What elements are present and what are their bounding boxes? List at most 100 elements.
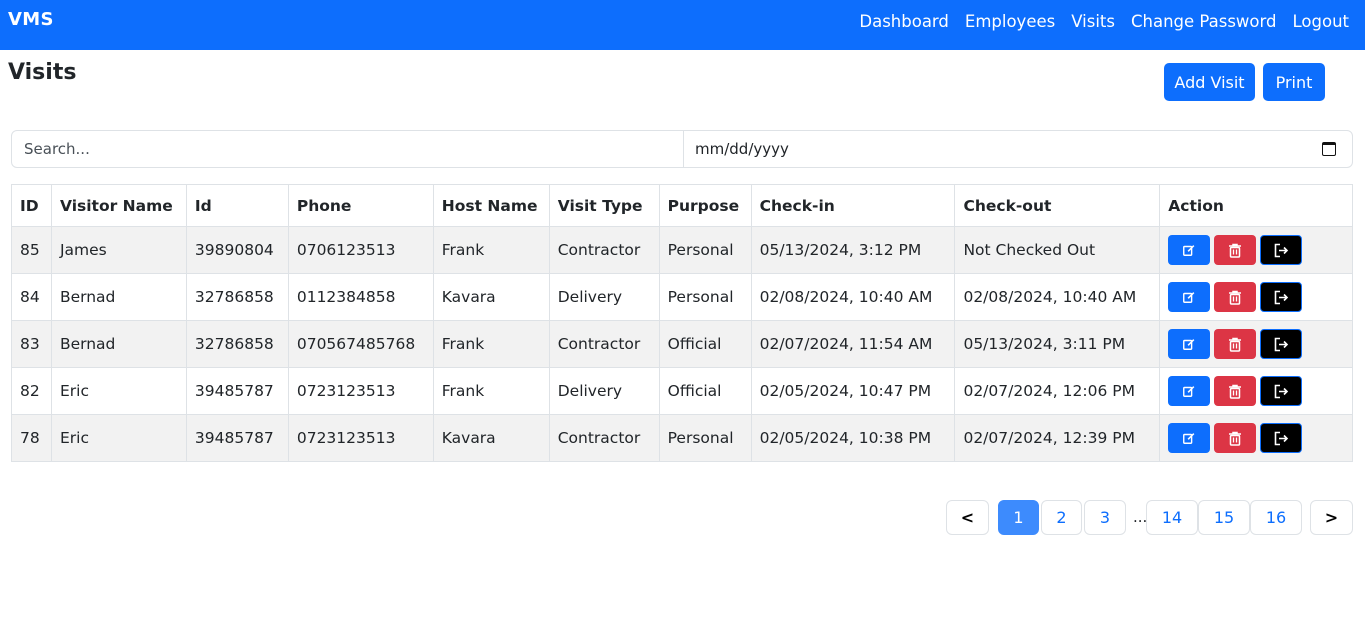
cell-visit-type: Contractor xyxy=(548,414,660,462)
delete-button[interactable] xyxy=(1214,235,1257,265)
trash-icon xyxy=(1228,337,1242,352)
checkout-icon xyxy=(1273,243,1289,258)
edit-button[interactable] xyxy=(1168,376,1211,406)
edit-button[interactable] xyxy=(1168,235,1211,265)
date-input[interactable]: mm/dd/yyyy xyxy=(684,131,1352,167)
cell-visit-type: Delivery xyxy=(548,273,660,321)
cell-id: 85 xyxy=(11,226,52,274)
column-header-visitor-name: Visitor Name xyxy=(50,184,187,227)
cell-purpose: Personal xyxy=(658,414,752,462)
checkout-icon xyxy=(1273,337,1289,352)
cell-action xyxy=(1159,273,1353,321)
cell-purpose: Official xyxy=(658,367,752,415)
page-button-14[interactable]: 14 xyxy=(1146,500,1198,535)
checkout-icon xyxy=(1273,431,1289,446)
delete-button[interactable] xyxy=(1214,282,1257,312)
add-visit-button[interactable]: Add Visit xyxy=(1164,63,1255,101)
table-row: 82 Eric 39485787 0723123513 Frank Delivery Off… xyxy=(11,367,1353,415)
page-button-3[interactable]: 3 xyxy=(1084,500,1126,535)
prev-page-button[interactable]: < xyxy=(946,500,989,535)
page-button-2[interactable]: 2 xyxy=(1041,500,1082,535)
checkout-button[interactable] xyxy=(1260,423,1303,453)
cell-action xyxy=(1159,226,1353,274)
cell-visitor-name: James xyxy=(50,226,187,274)
page-button-16[interactable]: 16 xyxy=(1250,500,1302,535)
page-button-1[interactable]: 1 xyxy=(998,500,1039,535)
cell-action xyxy=(1159,320,1353,368)
cell-phone: 070567485768 xyxy=(287,320,434,368)
cell-visit-type: Contractor xyxy=(548,320,660,368)
nav-employees[interactable]: Employees xyxy=(965,12,1055,31)
delete-button[interactable] xyxy=(1214,423,1257,453)
edit-icon xyxy=(1182,384,1196,398)
column-header-purpose: Purpose xyxy=(658,184,752,227)
cell-check-in: 02/08/2024, 10:40 AM xyxy=(750,273,956,321)
column-header-action: Action xyxy=(1159,184,1353,227)
cell-action xyxy=(1159,414,1353,462)
cell-visit-type: Contractor xyxy=(548,226,660,274)
cell-id: 84 xyxy=(11,273,52,321)
trash-icon xyxy=(1228,384,1242,399)
trash-icon xyxy=(1228,290,1242,305)
nav-change-password[interactable]: Change Password xyxy=(1131,12,1277,31)
column-header-phone: Phone xyxy=(287,184,434,227)
cell-purpose: Personal xyxy=(658,273,752,321)
page-button-15[interactable]: 15 xyxy=(1198,500,1250,535)
visits-table: ID Visitor Name Id Phone Host Name Visit Type… xyxy=(11,184,1353,462)
nav-dashboard[interactable]: Dashboard xyxy=(859,12,949,31)
cell-check-in: 02/05/2024, 10:47 PM xyxy=(750,367,956,415)
delete-button[interactable] xyxy=(1214,376,1257,406)
nav-logout[interactable]: Logout xyxy=(1293,12,1350,31)
cell-visitor-name: Eric xyxy=(50,367,187,415)
print-button[interactable]: Print xyxy=(1263,63,1325,101)
nav-visits[interactable]: Visits xyxy=(1071,12,1115,31)
table-row: 83 Bernad 32786858 070567485768 Frank Contrac… xyxy=(11,320,1353,368)
column-header-check-in: Check-in xyxy=(750,184,956,227)
cell-id: 83 xyxy=(11,320,52,368)
cell-phone: 0723123513 xyxy=(287,367,434,415)
cell-purpose: Personal xyxy=(658,226,752,274)
edit-button[interactable] xyxy=(1168,282,1211,312)
table-row: 78 Eric 39485787 0723123513 Kavara Contractor… xyxy=(11,414,1353,462)
trash-icon xyxy=(1228,243,1242,258)
table-row: 85 James 39890804 0706123513 Frank Contractor… xyxy=(11,226,1353,274)
column-header-visit-type: Visit Type xyxy=(548,184,660,227)
edit-icon xyxy=(1182,337,1196,351)
table-body: 85 James 39890804 0706123513 Frank Contractor… xyxy=(11,226,1353,462)
column-header-id: ID xyxy=(11,184,52,227)
edit-icon xyxy=(1182,290,1196,304)
pagination: <1 2 3 14 15 16... > xyxy=(0,500,1365,536)
checkout-button[interactable] xyxy=(1260,282,1303,312)
column-header-host-name: Host Name xyxy=(432,184,550,227)
cell-host-name: Kavara xyxy=(432,273,550,321)
edit-icon xyxy=(1182,431,1196,445)
cell-check-out: Not Checked Out xyxy=(954,226,1161,274)
brand-logo[interactable]: VMS xyxy=(8,9,54,30)
cell-check-out: 02/08/2024, 10:40 AM xyxy=(954,273,1161,321)
cell-id: 32786858 xyxy=(185,273,289,321)
delete-button[interactable] xyxy=(1214,329,1257,359)
edit-button[interactable] xyxy=(1168,329,1211,359)
next-page-button[interactable]: > xyxy=(1310,500,1353,535)
cell-phone: 0706123513 xyxy=(287,226,434,274)
checkout-button[interactable] xyxy=(1260,235,1303,265)
cell-host-name: Frank xyxy=(432,320,550,368)
cell-check-in: 02/07/2024, 11:54 AM xyxy=(750,320,956,368)
calendar-icon[interactable] xyxy=(1322,142,1336,156)
checkout-button[interactable] xyxy=(1260,376,1303,406)
edit-button[interactable] xyxy=(1168,423,1211,453)
filter-bar: mm/dd/yyyy xyxy=(11,130,1353,168)
cell-id: 82 xyxy=(11,367,52,415)
trash-icon xyxy=(1228,431,1242,446)
cell-id: 78 xyxy=(11,414,52,462)
cell-purpose: Official xyxy=(658,320,752,368)
column-header-id: Id xyxy=(185,184,289,227)
cell-phone: 0723123513 xyxy=(287,414,434,462)
cell-id: 39890804 xyxy=(185,226,289,274)
search-input[interactable] xyxy=(12,131,684,167)
cell-host-name: Frank xyxy=(432,367,550,415)
page-title: Visits xyxy=(8,60,77,85)
cell-id: 32786858 xyxy=(185,320,289,368)
cell-check-in: 02/05/2024, 10:38 PM xyxy=(750,414,956,462)
checkout-button[interactable] xyxy=(1260,329,1303,359)
